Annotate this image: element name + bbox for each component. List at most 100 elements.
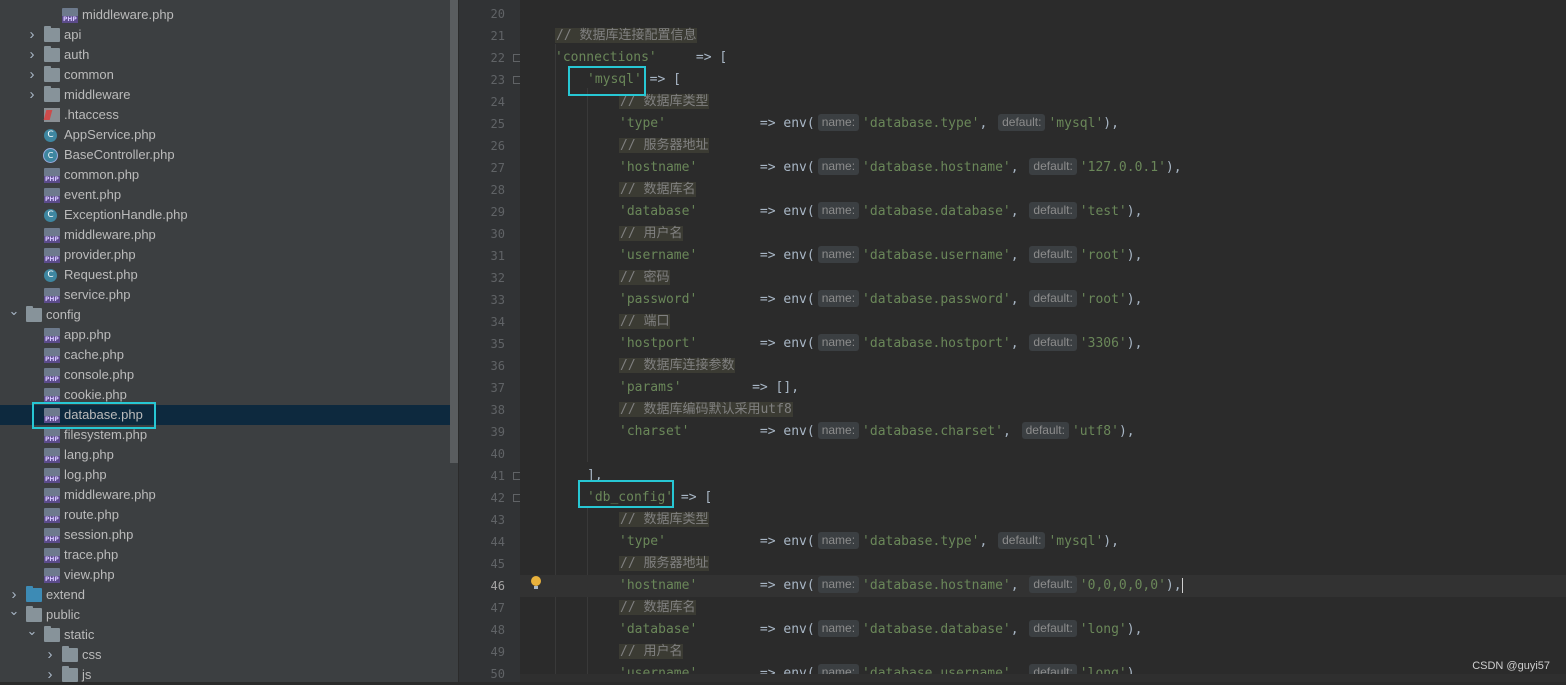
code-line[interactable]: 'hostport' => env(name:'database.hostpor…: [619, 333, 1142, 355]
editor-horizontal-scrollbar[interactable]: [520, 674, 1566, 682]
code-line[interactable]: 'hostname' => env(name:'database.hostnam…: [619, 575, 1183, 597]
tree-item[interactable]: .htaccess: [0, 105, 450, 125]
php-file-icon: [44, 448, 60, 463]
code-line[interactable]: 'database' => env(name:'database.databas…: [619, 619, 1142, 641]
tree-item[interactable]: C BaseController.php: [0, 145, 450, 165]
intention-bulb-icon[interactable]: [531, 576, 541, 589]
tree-item[interactable]: ⌄ public: [0, 603, 450, 625]
folder-icon: [62, 666, 78, 682]
tree-item[interactable]: app.php: [0, 325, 450, 345]
code-line[interactable]: 'password' => env(name:'database.passwor…: [619, 289, 1142, 311]
htaccess-file-icon: [44, 108, 60, 122]
tree-item[interactable]: C AppService.php: [0, 125, 450, 145]
folder-icon: [44, 46, 60, 62]
chevron-right-icon[interactable]: ›: [26, 85, 38, 105]
tree-item[interactable]: middleware.php: [0, 485, 450, 505]
class-icon: C: [44, 269, 57, 282]
tree-item-label: css: [82, 647, 102, 662]
tree-item[interactable]: ⌄ config: [0, 303, 450, 325]
code-line[interactable]: // 密码: [619, 267, 671, 289]
code-line[interactable]: // 端口: [619, 311, 671, 333]
highlight-box-database-file: [32, 402, 156, 429]
parameter-hint: default:: [998, 532, 1046, 549]
tree-item[interactable]: cache.php: [0, 345, 450, 365]
parameter-hint: name:: [817, 620, 860, 637]
code-line[interactable]: // 数据库类型: [619, 509, 710, 531]
highlight-box-db-config: [578, 480, 674, 508]
code-token: // 数据库连接配置信息: [555, 28, 698, 43]
tree-item[interactable]: C Request.php: [0, 265, 450, 285]
line-number: 46: [490, 579, 505, 593]
tree-item[interactable]: console.php: [0, 365, 450, 385]
code-line[interactable]: // 数据库名: [619, 597, 697, 619]
line-number: 26: [490, 139, 505, 153]
tree-item[interactable]: route.php: [0, 505, 450, 525]
tree-item[interactable]: › auth: [0, 45, 450, 65]
tree-item-label: middleware.php: [64, 227, 156, 242]
tree-item[interactable]: › common: [0, 65, 450, 85]
chevron-right-icon[interactable]: ›: [44, 665, 56, 682]
tree-item[interactable]: service.php: [0, 285, 450, 305]
tree-item[interactable]: event.php: [0, 185, 450, 205]
chevron-right-icon[interactable]: ›: [26, 65, 38, 85]
chevron-right-icon[interactable]: ›: [26, 45, 38, 65]
code-token: 'mysql': [1048, 116, 1104, 131]
tree-scrollbar[interactable]: [450, 0, 458, 463]
tree-item[interactable]: › js: [0, 665, 450, 682]
code-token: // 端口: [619, 314, 671, 329]
chevron-right-icon[interactable]: ›: [44, 645, 56, 665]
line-number: 43: [490, 513, 505, 527]
code-line[interactable]: // 数据库连接参数: [619, 355, 736, 377]
code-token: // 服务器地址: [619, 556, 710, 571]
tree-item-label: ExceptionHandle.php: [64, 207, 188, 222]
code-line[interactable]: // 数据库编码默认采用utf8: [619, 399, 793, 421]
tree-item[interactable]: ⌄ static: [0, 623, 450, 645]
tree-item[interactable]: › css: [0, 645, 450, 665]
code-line[interactable]: // 数据库名: [619, 179, 697, 201]
tree-item[interactable]: lang.php: [0, 445, 450, 465]
code-line[interactable]: 'params' => [],: [619, 377, 799, 399]
code-token: // 数据库名: [619, 600, 697, 615]
code-line[interactable]: 'charset' => env(name:'database.charset'…: [619, 421, 1135, 443]
parameter-hint: name:: [817, 576, 860, 593]
code-line[interactable]: 'type' => env(name:'database.type', defa…: [619, 113, 1119, 135]
editor-gutter: 20 21 22 23 24 25 26 27 28 29 30 31 32 33 34 35 36 37 38 39…: [458, 0, 521, 682]
php-file-icon: [44, 228, 60, 243]
code-editor[interactable]: // 数据库连接配置信息 'connections' => ['mysql' =>…: [520, 0, 1566, 682]
tree-item[interactable]: › middleware: [0, 85, 450, 105]
chevron-right-icon[interactable]: ›: [26, 25, 38, 45]
tree-item[interactable]: trace.php: [0, 545, 450, 565]
tree-item[interactable]: › api: [0, 25, 450, 45]
code-line[interactable]: // 数据库连接配置信息: [555, 25, 698, 47]
tree-item[interactable]: C ExceptionHandle.php: [0, 205, 450, 225]
code-line[interactable]: 'username' => env(name:'database.usernam…: [619, 245, 1142, 267]
code-line[interactable]: 'database' => env(name:'database.databas…: [619, 201, 1142, 223]
code-line[interactable]: // 服务器地址: [619, 553, 710, 575]
chevron-down-icon[interactable]: ⌄: [26, 621, 38, 641]
tree-item[interactable]: › extend: [0, 585, 450, 605]
tree-item[interactable]: provider.php: [0, 245, 450, 265]
folder-icon: [26, 606, 42, 622]
tree-item[interactable]: view.php: [0, 565, 450, 585]
parameter-hint: default:: [998, 114, 1046, 131]
tree-item[interactable]: common.php: [0, 165, 450, 185]
tree-item-label: lang.php: [64, 447, 114, 462]
code-line[interactable]: // 服务器地址: [619, 135, 710, 157]
parameter-hint: name:: [817, 334, 860, 351]
code-line[interactable]: // 用户名: [619, 223, 684, 245]
code-line[interactable]: 'hostname' => env(name:'database.hostnam…: [619, 157, 1182, 179]
line-number: 44: [490, 535, 505, 549]
tree-item[interactable]: middleware.php: [0, 225, 450, 245]
code-line[interactable]: // 用户名: [619, 641, 684, 663]
tree-item[interactable]: middleware.php: [0, 5, 450, 25]
chevron-down-icon[interactable]: ⌄: [8, 601, 20, 621]
tree-item-label: log.php: [64, 467, 107, 482]
class-icon: C: [44, 129, 57, 142]
php-file-icon: [44, 368, 60, 383]
chevron-down-icon[interactable]: ⌄: [8, 301, 20, 321]
tree-item[interactable]: log.php: [0, 465, 450, 485]
tree-item[interactable]: session.php: [0, 525, 450, 545]
line-number: 39: [490, 425, 505, 439]
code-line[interactable]: 'type' => env(name:'database.type', defa…: [619, 531, 1119, 553]
line-number: 40: [490, 447, 505, 461]
